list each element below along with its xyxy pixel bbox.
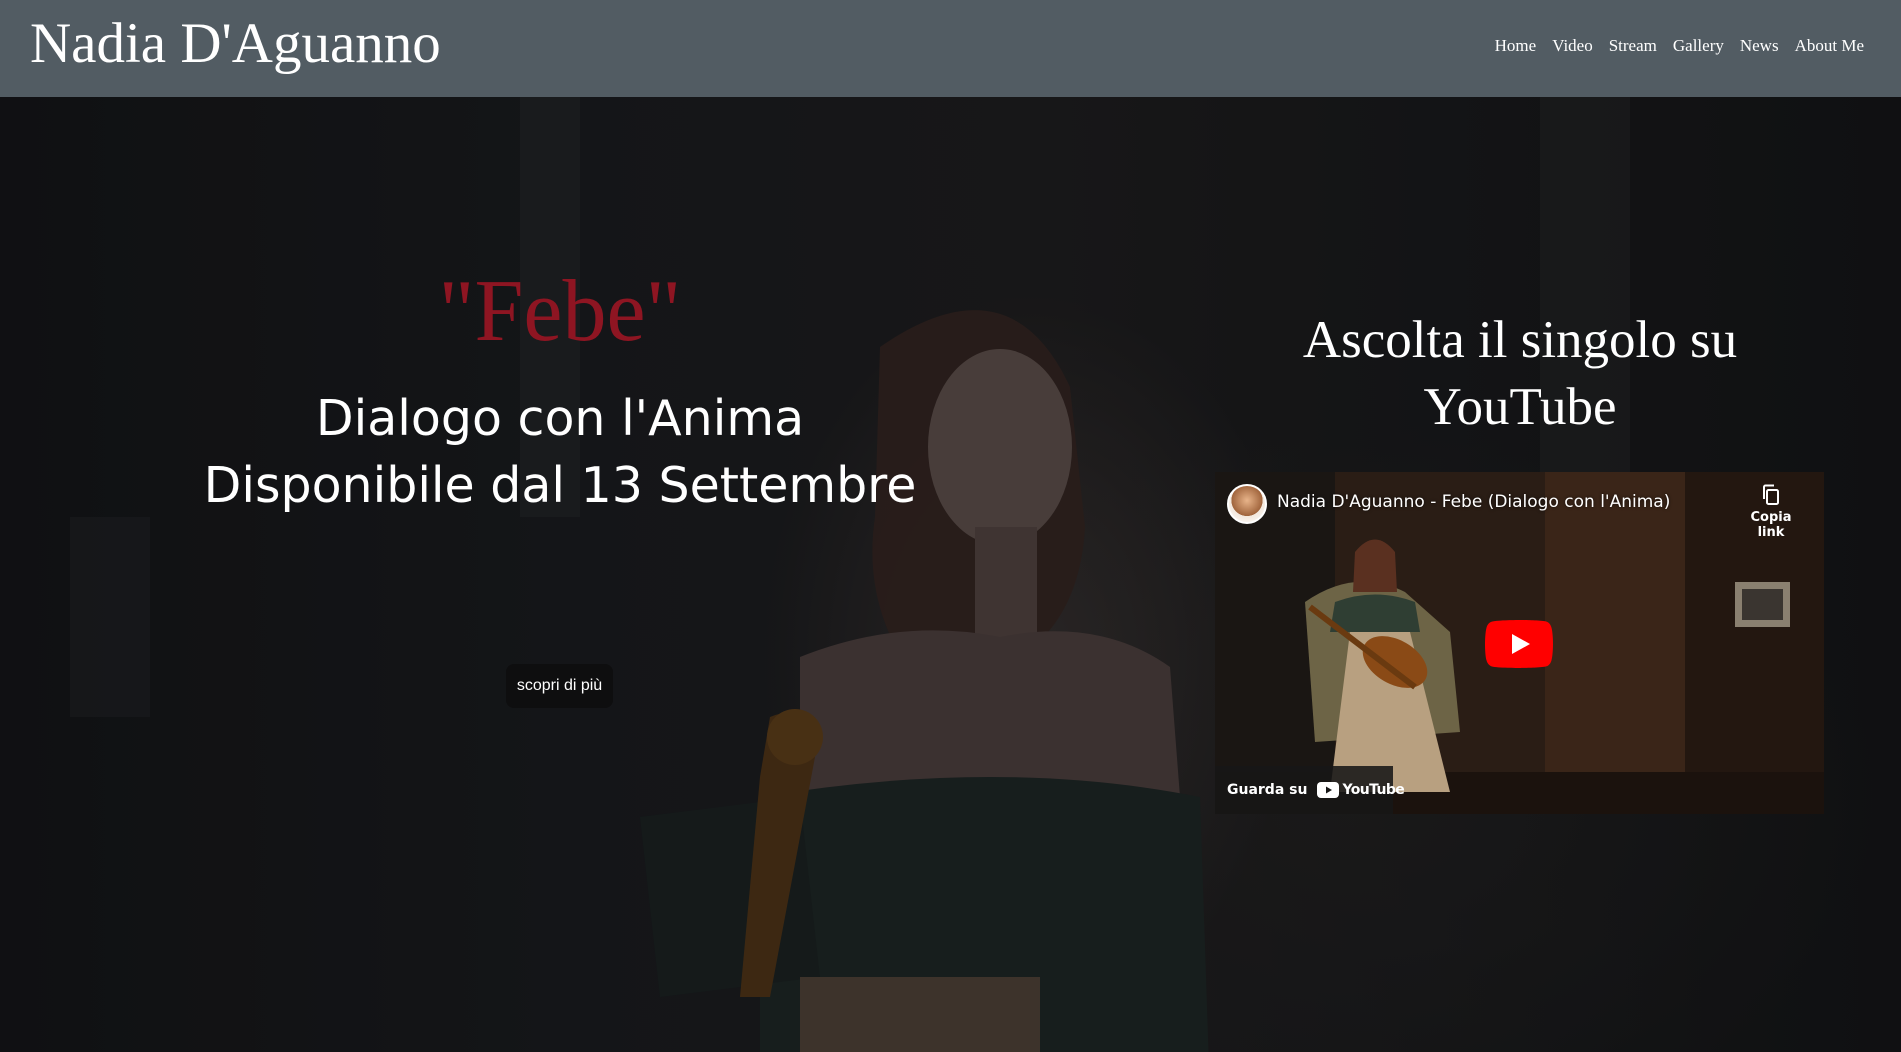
hero-section: "Febe" Dialogo con l'Anima Disponibile d…: [0, 97, 1901, 1052]
youtube-video-embed[interactable]: Nadia D'Aguanno - Febe (Dialogo con l'An…: [1215, 472, 1824, 814]
watch-on-label: Guarda su: [1227, 782, 1308, 798]
youtube-wordmark: YouTube: [1342, 782, 1405, 798]
play-button-icon[interactable]: [1485, 620, 1553, 668]
site-brand[interactable]: Nadia D'Aguanno: [30, 10, 441, 78]
listen-heading: Ascolta il singolo su YouTube: [1302, 311, 1738, 436]
release-subtitle: Dialogo con l'Anima Disponibile dal 13 S…: [160, 385, 960, 519]
nav-home[interactable]: Home: [1495, 36, 1537, 56]
copy-link-icon: [1763, 484, 1779, 505]
nav-video[interactable]: Video: [1552, 36, 1593, 56]
youtube-logo: YouTube: [1317, 782, 1405, 798]
video-title-link[interactable]: Nadia D'Aguanno - Febe (Dialogo con l'An…: [1277, 492, 1670, 512]
site-header: Nadia D'Aguanno Home Video Stream Galler…: [0, 0, 1901, 97]
release-subtitle-line-1: Dialogo con l'Anima: [315, 390, 805, 447]
main-nav: Home Video Stream Gallery News About Me: [1495, 36, 1864, 56]
copy-link-button[interactable]: Copia link: [1736, 484, 1806, 540]
release-subtitle-line-2: Disponibile dal 13 Settembre: [203, 457, 917, 514]
nav-about-me[interactable]: About Me: [1795, 36, 1864, 56]
youtube-logo-icon: [1317, 782, 1340, 798]
channel-avatar[interactable]: [1227, 484, 1267, 524]
nav-news[interactable]: News: [1740, 36, 1779, 56]
watch-on-youtube-button[interactable]: Guarda su YouTube: [1215, 766, 1405, 814]
discover-more-button[interactable]: scopri di più: [506, 664, 613, 708]
release-title: "Febe": [438, 263, 682, 360]
nav-stream[interactable]: Stream: [1609, 36, 1657, 56]
nav-gallery[interactable]: Gallery: [1673, 36, 1724, 56]
copy-link-label: Copia link: [1750, 510, 1792, 540]
